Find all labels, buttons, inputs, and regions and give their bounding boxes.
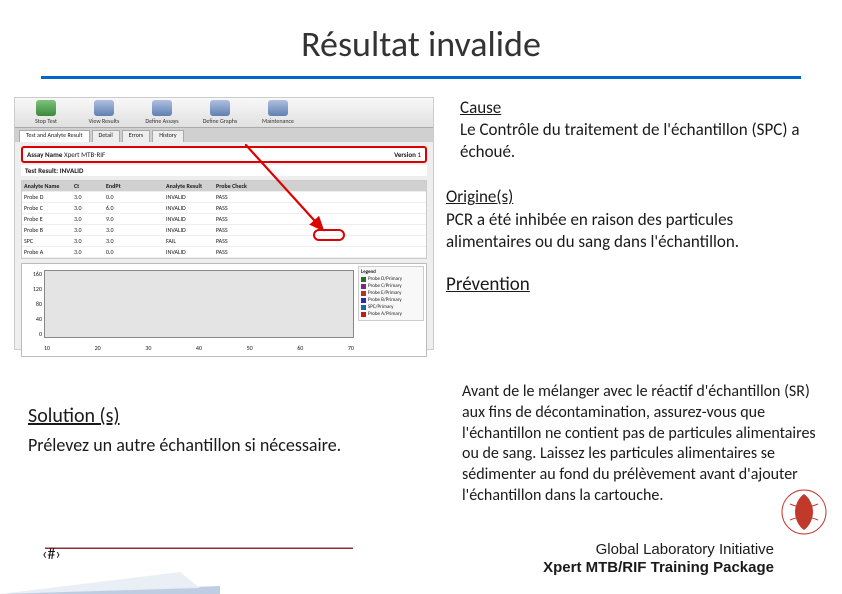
result-table: Analyte NameCtEndPtAnalyte ResultProbe C… [21,180,427,259]
test-result-row: Test Result: INVALID [21,165,427,176]
toolbar-item: View Results [77,100,131,125]
toolbar-item: Define Assays [135,100,189,125]
amplification-chart: 04080120160 10203040506070 LegendProbe D… [21,263,427,357]
slide-title: Résultat invalide [0,0,842,76]
software-screenshot: Stop TestView ResultsDefine AssaysDefine… [14,97,434,350]
origin-heading: Origine(s) [446,186,816,208]
prevention-heading: Prévention [446,273,816,297]
tab: Errors [122,130,151,142]
table-row: SPC3.03.0FAILPASS [22,236,426,247]
cause-text: Le Contrôle du traitement de l'échantill… [460,119,816,163]
footer-line-1: Global Laboratory Initiative [543,541,774,560]
legend-item: Probe B/Primary [361,297,421,303]
table-row: Probe A3.00.0INVALIDPASS [22,247,426,258]
gli-logo-icon [780,488,828,536]
tab: Detail [92,130,120,142]
legend-item: Probe D/Primary [361,276,421,282]
table-row: Probe D3.00.0INVALIDPASS [22,192,426,203]
prevention-text: Avant de le mélanger avec le réactif d'é… [462,382,822,507]
toolbar: Stop TestView ResultsDefine AssaysDefine… [15,98,433,128]
cause-heading: Cause [460,97,816,119]
solution-heading: Solution (s) [28,404,428,428]
legend-item: Probe E/Primary [361,290,421,296]
footer-line-2: Xpert MTB/RIF Training Package [543,559,774,578]
page-number: ‹#› [42,545,61,564]
solution-text: Prélevez un autre échantillon si nécessa… [28,434,428,456]
table-row: Probe C3.06.0INVALIDPASS [22,203,426,214]
title-divider [41,76,801,79]
assay-name-row: Assay Name Xpert MTB-RIF Version 1 [21,146,427,163]
toolbar-item: Maintenance [251,100,305,125]
legend-item: Probe C/Primary [361,283,421,289]
footer-branding: Global Laboratory Initiative Xpert MTB/R… [543,541,774,579]
legend-item: Probe A/Primary [361,311,421,317]
table-row: Probe E3.09.0INVALIDPASS [22,214,426,225]
origin-section: Origine(s) PCR a été inhibée en raison d… [446,186,816,252]
toolbar-item: Stop Test [19,100,73,125]
cause-section: Cause Le Contrôle du traitement de l'éch… [446,97,816,162]
table-row: Probe B3.03.0INVALIDPASS [22,225,426,236]
toolbar-item: Define Graphs [193,100,247,125]
tab: Test and Analyte Result [19,130,90,142]
tab: History [152,130,183,142]
chart-legend: LegendProbe D/PrimaryProbe C/PrimaryProb… [358,266,424,321]
solution-section: Solution (s) Prélevez un autre échantill… [28,404,428,456]
tab-strip: Test and Analyte ResultDetailErrorsHisto… [15,128,433,142]
legend-item: SPC/Primary [361,304,421,310]
origin-text: PCR a été inhibée en raison des particul… [446,209,816,253]
corner-accent-icon [0,536,220,594]
